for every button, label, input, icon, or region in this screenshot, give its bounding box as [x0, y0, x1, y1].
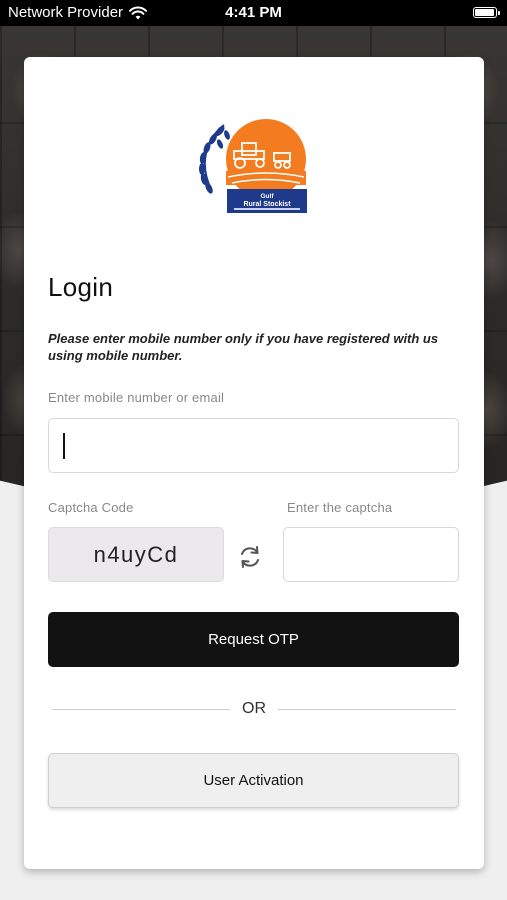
- refresh-icon[interactable]: [237, 544, 263, 570]
- tractor-farm-logo: Gulf Rural Stockist: [199, 119, 307, 213]
- battery-icon: [473, 7, 500, 18]
- user-activation-button[interactable]: User Activation: [48, 753, 459, 808]
- page-title: Login: [48, 272, 114, 302]
- captcha-input[interactable]: [283, 527, 459, 582]
- login-screen: Network Provider 4:41 PM Gulf Rural Stoc…: [0, 0, 507, 900]
- or-divider: OR: [52, 699, 456, 719]
- svg-text:Gulf: Gulf: [261, 193, 275, 200]
- captcha-code: n4uyCd: [93, 541, 179, 567]
- login-card: Gulf Rural Stockist Login Please enter m…: [24, 57, 484, 869]
- status-bar: Network Provider 4:41 PM: [0, 0, 507, 26]
- request-otp-label: Request OTP: [208, 631, 299, 648]
- mobile-email-input[interactable]: [48, 418, 459, 473]
- status-time: 4:41 PM: [225, 4, 282, 21]
- svg-text:Rural Stockist: Rural Stockist: [243, 201, 291, 208]
- captcha-label: Captcha Code: [48, 500, 134, 515]
- captcha-input-label: Enter the captcha: [287, 500, 393, 515]
- mobile-label: Enter mobile number or email: [48, 390, 225, 405]
- request-otp-button[interactable]: Request OTP: [48, 612, 459, 667]
- registration-note: Please enter mobile number only if you h…: [48, 331, 439, 363]
- user-activation-label: User Activation: [203, 772, 304, 789]
- divider-line-right: [278, 709, 456, 710]
- text-caret: [63, 433, 65, 459]
- captcha-code-display: n4uyCd: [48, 527, 224, 582]
